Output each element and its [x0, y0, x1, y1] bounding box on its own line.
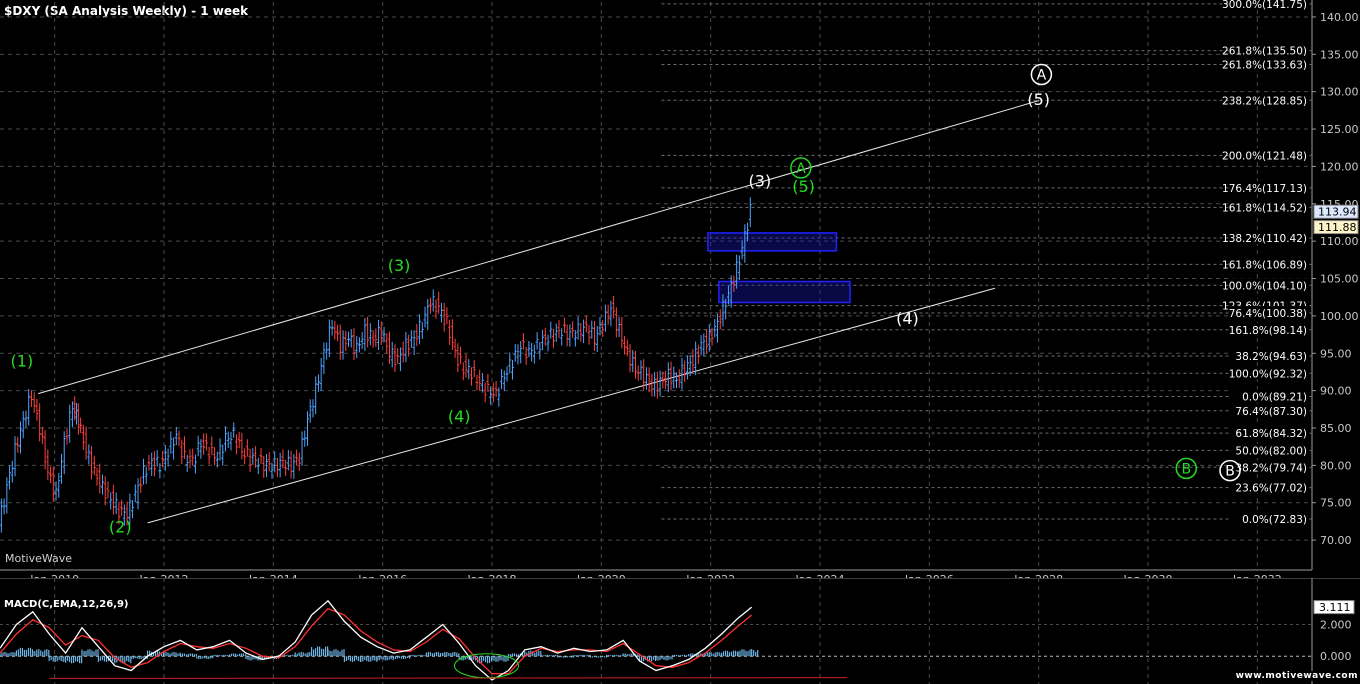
fib-level-label: 61.8%(84.32)	[1235, 428, 1307, 440]
wave-label: (1)	[11, 352, 34, 371]
price-tick-label: 105.00	[1320, 273, 1359, 286]
motivewave-watermark: MotiveWave	[5, 552, 73, 565]
target-box	[707, 232, 838, 252]
macd-tick-label: 2.000	[1320, 619, 1352, 632]
price-tick-label: 110.00	[1320, 235, 1359, 248]
macd-tick-label: 0.000	[1320, 650, 1352, 663]
price-tick-label: 100.00	[1320, 310, 1359, 323]
fib-level-label: 176.4%(117.13)	[1222, 183, 1307, 195]
wave-label: (5)	[1027, 90, 1050, 109]
wave-circle-label: A	[796, 161, 806, 177]
wave-circle-label: B	[1181, 461, 1191, 477]
fib-level-label: 76.4%(100.38)	[1229, 308, 1307, 320]
price-tick-label: 130.00	[1320, 86, 1359, 99]
fib-level-label: 50.0%(82.00)	[1235, 445, 1307, 457]
price-tick-label: 70.00	[1320, 534, 1352, 547]
price-tick-label: 140.00	[1320, 11, 1359, 24]
price-tag-label: 113.94	[1318, 206, 1357, 219]
price-tag-label: 111.88	[1318, 221, 1357, 234]
fib-level-label: 138.2%(110.42)	[1222, 233, 1307, 245]
price-tick-label: 135.00	[1320, 48, 1359, 61]
fib-level-label: 300.0%(141.75)	[1222, 0, 1307, 11]
target-box	[718, 280, 851, 304]
macd-panel[interactable]: 0.000 2.000 3.111	[0, 578, 1360, 684]
macd-legend: MACD(C,EMA,12,26,9)	[4, 599, 129, 610]
macd-value-label: 3.111	[1319, 601, 1351, 614]
channel-line	[38, 100, 1039, 395]
fib-level-label: 161.8%(98.14)	[1229, 325, 1307, 337]
wave-label: (3)	[749, 172, 772, 191]
price-panel[interactable]: 70.00 75.00 80.00 85.00 90.00 95.00 100.00 105.…	[0, 0, 1360, 578]
fib-level-label: 0.0%(89.21)	[1242, 392, 1307, 404]
macd-background	[0, 578, 1360, 684]
fib-level-label: 100.0%(92.32)	[1229, 368, 1307, 380]
fib-level-label: 38.2%(94.63)	[1235, 351, 1307, 363]
fib-level-label: 100.0%(104.10)	[1222, 280, 1307, 292]
wave-label: (4)	[896, 309, 919, 328]
fib-level-label: 261.8%(135.50)	[1222, 46, 1307, 58]
fib-level-label: 161.8%(114.52)	[1222, 202, 1307, 214]
fib-level-label: 200.0%(121.48)	[1222, 150, 1307, 162]
price-tick-label: 95.00	[1320, 347, 1352, 360]
fib-level-label: 0.0%(72.83)	[1242, 514, 1307, 526]
wave-circle-label: B	[1225, 464, 1235, 480]
wave-label: (2)	[109, 518, 132, 537]
wave-circle-label: A	[1037, 67, 1047, 83]
price-tick-label: 80.00	[1320, 459, 1352, 472]
fib-level-label: 238.2%(128.85)	[1222, 95, 1307, 107]
fib-level-label: 76.4%(87.30)	[1235, 406, 1307, 418]
price-tick-label: 120.00	[1320, 160, 1359, 173]
price-tick-label: 125.00	[1320, 123, 1359, 136]
fib-level-label: 23.6%(77.02)	[1235, 483, 1307, 495]
fib-level-label: 261.8%(133.63)	[1222, 60, 1307, 72]
price-tick-label: 85.00	[1320, 422, 1352, 435]
fib-level-label: 38.2%(79.74)	[1235, 462, 1307, 474]
price-tick-label: 75.00	[1320, 497, 1352, 510]
fib-level-label: 161.8%(106.89)	[1222, 259, 1307, 271]
footer-url[interactable]: www.motivewave.com	[1235, 671, 1358, 681]
price-tick-label: 90.00	[1320, 385, 1352, 398]
chart-window: $DXY (SA Analysis Weekly) - 1 week 70.00…	[0, 0, 1360, 684]
wave-label: (5)	[792, 177, 815, 196]
wave-label: (4)	[448, 407, 471, 426]
wave-label: (3)	[388, 256, 411, 275]
